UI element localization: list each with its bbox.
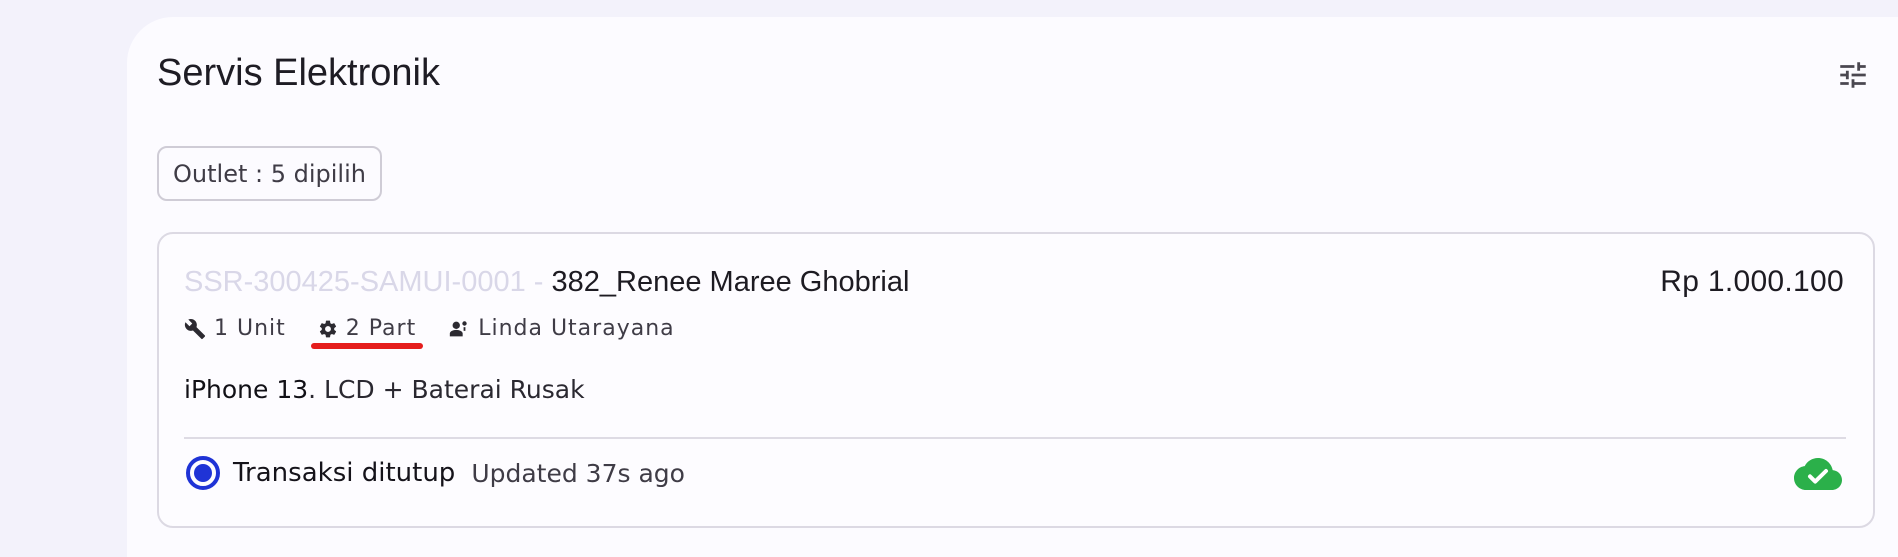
updated-timestamp: Updated 37s ago xyxy=(471,458,685,488)
radio-selected-icon[interactable] xyxy=(186,456,220,490)
transaction-code: SSR-300425-SAMUI-0001 xyxy=(184,266,526,298)
wrench-icon xyxy=(184,318,206,339)
units-info: 1 Unit xyxy=(184,316,286,341)
page-title: Servis Elektronik xyxy=(157,52,440,94)
outlet-filter-chip[interactable]: Outlet : 5 dipilih xyxy=(157,146,382,201)
header-separator: - xyxy=(525,266,552,298)
parts-info: 2 Part xyxy=(318,316,416,341)
transaction-header: SSR-300425-SAMUI-0001 - 382_Renee Maree … xyxy=(184,264,909,300)
transaction-meta: 1 Unit 2 Part Linda Utarayana xyxy=(184,316,707,341)
filter-settings-button[interactable] xyxy=(1833,55,1873,95)
card-divider xyxy=(184,437,1846,439)
gear-icon xyxy=(319,320,336,337)
person-icon xyxy=(450,320,467,336)
units-label: 1 Unit xyxy=(214,316,286,341)
customer-name: 382_Renee Maree Ghobrial xyxy=(551,266,910,298)
issue-text: . LCD + Baterai Rusak xyxy=(308,375,585,404)
technician-label: Linda Utarayana xyxy=(478,316,675,341)
parts-highlight-mark xyxy=(311,343,423,349)
radio-dot xyxy=(194,464,212,482)
transaction-price: Rp 1.000.100 xyxy=(1660,265,1844,298)
status-label: Transaksi ditutup xyxy=(233,458,456,488)
technician-info: Linda Utarayana xyxy=(448,316,674,341)
parts-label: 2 Part xyxy=(345,316,417,341)
status-row: Transaksi ditutup Updated 37s ago xyxy=(186,456,685,490)
cloud-check-icon xyxy=(1794,458,1842,490)
sync-status xyxy=(1794,458,1842,497)
device-description: iPhone 13. LCD + Baterai Rusak xyxy=(184,375,585,404)
tune-icon xyxy=(1840,62,1866,88)
device-name: iPhone 13 xyxy=(184,375,309,404)
